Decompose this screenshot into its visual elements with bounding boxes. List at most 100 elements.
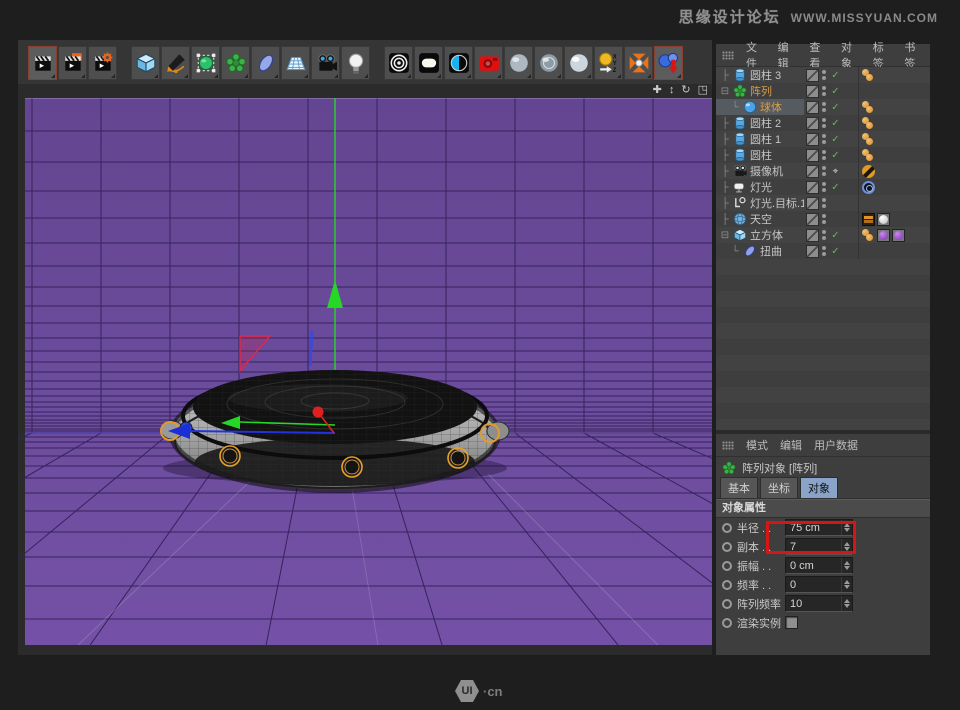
axis-snap-button[interactable] [624, 46, 653, 80]
sky-tag-icon[interactable] [862, 213, 875, 226]
object-name-area[interactable]: └球体 [716, 99, 804, 115]
material-sphere-2-button[interactable] [534, 46, 563, 80]
object-row[interactable]: ├圆柱 ✓ [716, 147, 930, 163]
object-name-area[interactable]: ├圆柱 3 [716, 67, 804, 83]
render-to-picture-viewer-button[interactable] [58, 46, 87, 80]
layer-swatch[interactable] [806, 85, 819, 98]
enabled-check-icon[interactable]: ✓ [829, 102, 842, 113]
spot-rings-button[interactable] [384, 46, 413, 80]
target-tag-icon[interactable] [862, 181, 875, 194]
object-name-area[interactable]: └扭曲 [716, 243, 804, 259]
add-cube-button[interactable] [131, 46, 160, 80]
enabled-check-icon[interactable]: ✓ [829, 86, 842, 97]
phong-tag-icon[interactable] [862, 117, 875, 130]
3d-viewport[interactable]: ✚↕↻◳ [18, 84, 712, 655]
material-sphere-1-button[interactable] [504, 46, 533, 80]
layer-swatch[interactable] [806, 149, 819, 162]
object-name-area[interactable]: ├圆柱 1 [716, 131, 804, 147]
menu-grip-icon[interactable] [722, 441, 734, 450]
spline-pen-button[interactable] [161, 46, 190, 80]
object-row[interactable]: ├圆柱 3 ✓ [716, 67, 930, 83]
editor-render-dots[interactable] [822, 118, 826, 128]
am-menu-1[interactable]: 编辑 [780, 437, 802, 453]
keyframe-circle-icon[interactable] [722, 599, 732, 609]
amplitude-field[interactable]: 0 cm [785, 557, 853, 574]
enabled-check-icon[interactable]: ✓ [829, 246, 842, 257]
enabled-check-icon[interactable]: ✓ [829, 182, 842, 193]
area-light-button[interactable] [414, 46, 443, 80]
generators-button[interactable] [191, 46, 220, 80]
object-name-area[interactable]: ⊟立方体 [716, 227, 804, 243]
object-row[interactable]: └球体 ✓ [716, 99, 930, 115]
light-button[interactable] [341, 46, 370, 80]
toggle-view-control[interactable]: ◳ [698, 84, 708, 98]
object-row[interactable]: ⊟阵列✓ [716, 83, 930, 99]
enabled-check-icon[interactable]: ✓ [829, 150, 842, 161]
layer-swatch[interactable] [806, 69, 819, 82]
editor-render-dots[interactable] [822, 102, 826, 112]
menu-grip-icon[interactable] [722, 51, 734, 60]
phong-tag-icon[interactable] [862, 69, 875, 82]
editor-render-dots[interactable] [822, 182, 826, 192]
scene-camera-button[interactable] [311, 46, 340, 80]
layer-swatch[interactable] [806, 197, 819, 210]
layer-swatch[interactable] [806, 181, 819, 194]
array-modeling-button[interactable] [221, 46, 250, 80]
phong-tag-icon[interactable] [862, 133, 875, 146]
phong-tag-icon[interactable] [862, 149, 875, 162]
keyframe-circle-icon[interactable] [722, 561, 732, 571]
editor-render-dots[interactable] [822, 150, 826, 160]
render-view-button[interactable] [28, 46, 57, 80]
editor-render-dots[interactable] [822, 230, 826, 240]
frequency-stepper[interactable] [841, 577, 852, 592]
expand-toggle-icon[interactable]: ⊟ [720, 86, 730, 97]
enabled-check-icon[interactable]: ✓ [829, 134, 842, 145]
enabled-check-icon[interactable]: ✓ [829, 230, 842, 241]
layer-swatch[interactable] [806, 165, 819, 178]
editor-render-dots[interactable] [822, 70, 826, 80]
editor-render-dots[interactable] [822, 166, 826, 176]
object-row[interactable]: ├天空 [716, 211, 930, 227]
object-row[interactable]: ├灯光✓ [716, 179, 930, 195]
object-name-area[interactable]: ├天空 [716, 211, 804, 227]
attribute-tab-坐标[interactable]: 坐标 [760, 477, 798, 498]
phong-tag-icon[interactable] [862, 101, 875, 114]
layer-swatch[interactable] [806, 213, 819, 226]
array-frequency-stepper[interactable] [841, 596, 852, 611]
red-camera-button[interactable] [474, 46, 503, 80]
attribute-tab-基本[interactable]: 基本 [720, 477, 758, 498]
zoom-view-control[interactable]: ↕ [669, 84, 675, 98]
expand-toggle-icon[interactable]: ⊟ [720, 230, 730, 241]
object-name-area[interactable]: ├圆柱 [716, 147, 804, 163]
environment-floor-button[interactable] [281, 46, 310, 80]
keyframe-circle-icon[interactable] [722, 618, 732, 628]
array-frequency-field[interactable]: 10 [785, 595, 853, 612]
deformer-button[interactable] [251, 46, 280, 80]
editor-render-dots[interactable] [822, 198, 826, 208]
object-row[interactable]: ⊟立方体 ✓ [716, 227, 930, 243]
render-settings-button[interactable] [88, 46, 117, 80]
material-sphere-3-button[interactable] [564, 46, 593, 80]
texp-tag-icon[interactable] [892, 229, 905, 242]
noentry-tag-icon[interactable] [862, 165, 875, 178]
object-manager-empty-area[interactable] [716, 259, 930, 430]
object-name-area[interactable]: ├灯光.目标.1 [716, 195, 804, 211]
enabled-check-icon[interactable]: ✓ [829, 70, 842, 81]
editor-render-dots[interactable] [822, 214, 826, 224]
coordinates-xyz-button[interactable]: XYZ [594, 46, 623, 80]
move-tool-button[interactable] [654, 46, 683, 80]
half-sphere-button[interactable] [444, 46, 473, 80]
layer-swatch[interactable] [806, 133, 819, 146]
rotate-view-control[interactable]: ↻ [681, 84, 690, 98]
texp-tag-icon[interactable] [877, 229, 890, 242]
layer-swatch[interactable] [806, 245, 819, 258]
object-row[interactable]: ├灯光.目标.1 [716, 195, 930, 211]
amplitude-stepper[interactable] [841, 558, 852, 573]
object-row[interactable]: ├圆柱 2✓ [716, 115, 930, 131]
layer-swatch[interactable] [806, 117, 819, 130]
camera-active-icon[interactable]: ⌖ [829, 166, 842, 177]
object-name-area[interactable]: ├摄像机 [716, 163, 804, 179]
object-row[interactable]: ├圆柱 1 ✓ [716, 131, 930, 147]
texw-tag-icon[interactable] [877, 213, 890, 226]
layer-swatch[interactable] [806, 101, 819, 114]
